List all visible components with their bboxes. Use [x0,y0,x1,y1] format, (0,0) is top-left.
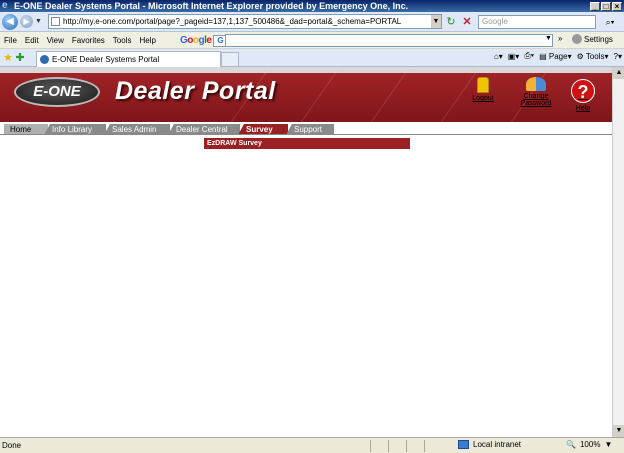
google-toolbar: Google G [180,32,228,49]
portal-header: E-ONE Dealer Portal Logout Change Passwo… [0,67,612,122]
intranet-icon [458,440,469,449]
settings-label: Settings [584,34,613,44]
status-bar: Done Local intranet 🔍 100% ▼ [0,437,624,453]
vertical-scrollbar[interactable]: ▲ ▼ [612,67,624,437]
scroll-down-icon[interactable]: ▼ [613,425,624,437]
menu-tools[interactable]: Tools [109,36,136,45]
menu-favorites[interactable]: Favorites [68,36,109,45]
search-input[interactable]: Google [478,15,596,29]
zoom-icon: 🔍 [566,440,576,449]
help-link[interactable]: ? Help [568,79,598,112]
menu-file[interactable]: File [0,36,21,45]
zoom-dropdown-icon[interactable]: ▼ [604,440,612,449]
e-one-logo[interactable]: E-ONE [14,77,100,107]
minimize-button[interactable]: _ [590,1,600,11]
logout-link[interactable]: Logout [468,77,498,102]
security-zone[interactable]: Local intranet [458,440,521,449]
back-button[interactable]: ◀ [2,13,18,30]
ie-logo-icon: e [2,0,8,11]
address-input[interactable]: http://my.e-one.com/portal/page?_pageid=… [63,17,431,26]
stop-icon[interactable]: ✕ [460,15,474,29]
tab-favicon-icon [40,55,49,64]
google-logo: Google [180,35,212,46]
help-icon: ? [571,79,595,103]
menu-bar: File Edit View Favorites Tools Help Goog… [0,32,624,49]
settings-button[interactable]: Settings [572,34,613,44]
page-menu[interactable]: ▤ Page▾ [539,52,571,61]
add-favorite-icon[interactable]: ✚ [14,51,26,64]
menu-view[interactable]: View [43,36,68,45]
window-titlebar: e E-ONE Dealer Systems Portal - Microsof… [0,0,624,12]
window-controls: _ □ × [590,1,622,11]
toolbar-more-button[interactable]: » [558,34,562,43]
browser-tab-active[interactable]: E-ONE Dealer Systems Portal [36,51,221,67]
new-tab-button[interactable] [221,52,239,67]
home-icon[interactable]: ⌂▾ [494,52,503,61]
menu-edit[interactable]: Edit [21,36,43,45]
tab-bar: ★ ✚ E-ONE Dealer Systems Portal ⌂▾ ▣▾ ⎙▾… [0,49,624,67]
browser-tab-label: E-ONE Dealer Systems Portal [52,55,160,64]
help-icon[interactable]: ?▾ [614,52,622,61]
portal-nav-tabs: Home Info Library Sales Admin Dealer Cen… [0,122,612,135]
scroll-up-icon[interactable]: ▲ [613,67,624,79]
command-bar: ⌂▾ ▣▾ ⎙▾ ▤ Page▾ ⚙ Tools▾ ?▾ [494,51,622,61]
page-content: E-ONE Dealer Portal Logout Change Passwo… [0,67,612,437]
address-toolbar: ◀ ▶ ▼ http://my.e-one.com/portal/page?_p… [0,12,624,32]
menu-help[interactable]: Help [135,36,159,45]
lock-icon [477,77,489,93]
address-dropdown-icon[interactable]: ▼ [431,15,441,28]
status-text: Done [2,441,22,450]
close-button[interactable]: × [612,1,622,11]
page-icon [51,17,60,26]
google-dropdown-icon[interactable]: ▼ [545,35,553,46]
print-icon[interactable]: ⎙▾ [524,51,534,61]
window-title: E-ONE Dealer Systems Portal - Microsoft … [14,1,409,11]
favorites-star-icon[interactable]: ★ [2,51,14,64]
change-password-link[interactable]: Change Password [516,77,556,107]
search-icon[interactable]: ⌕▾ [598,15,622,29]
google-search-input[interactable] [225,34,553,47]
gear-icon [572,34,582,44]
maximize-button[interactable]: □ [601,1,611,11]
tools-menu[interactable]: ⚙ Tools▾ [577,52,609,61]
refresh-icon[interactable]: ↻ [444,15,458,29]
users-icon [526,77,546,91]
zoom-control[interactable]: 🔍 100% ▼ [566,440,612,449]
zoom-level: 100% [579,440,601,449]
address-bar[interactable]: http://my.e-one.com/portal/page?_pageid=… [48,14,442,29]
forward-button[interactable]: ▶ [20,15,33,28]
history-dropdown-icon[interactable]: ▼ [35,18,42,25]
feeds-icon[interactable]: ▣▾ [508,52,520,61]
portal-title: Dealer Portal [115,77,276,105]
subtab-ezdraw-survey[interactable]: EzDRAW Survey [204,138,410,149]
